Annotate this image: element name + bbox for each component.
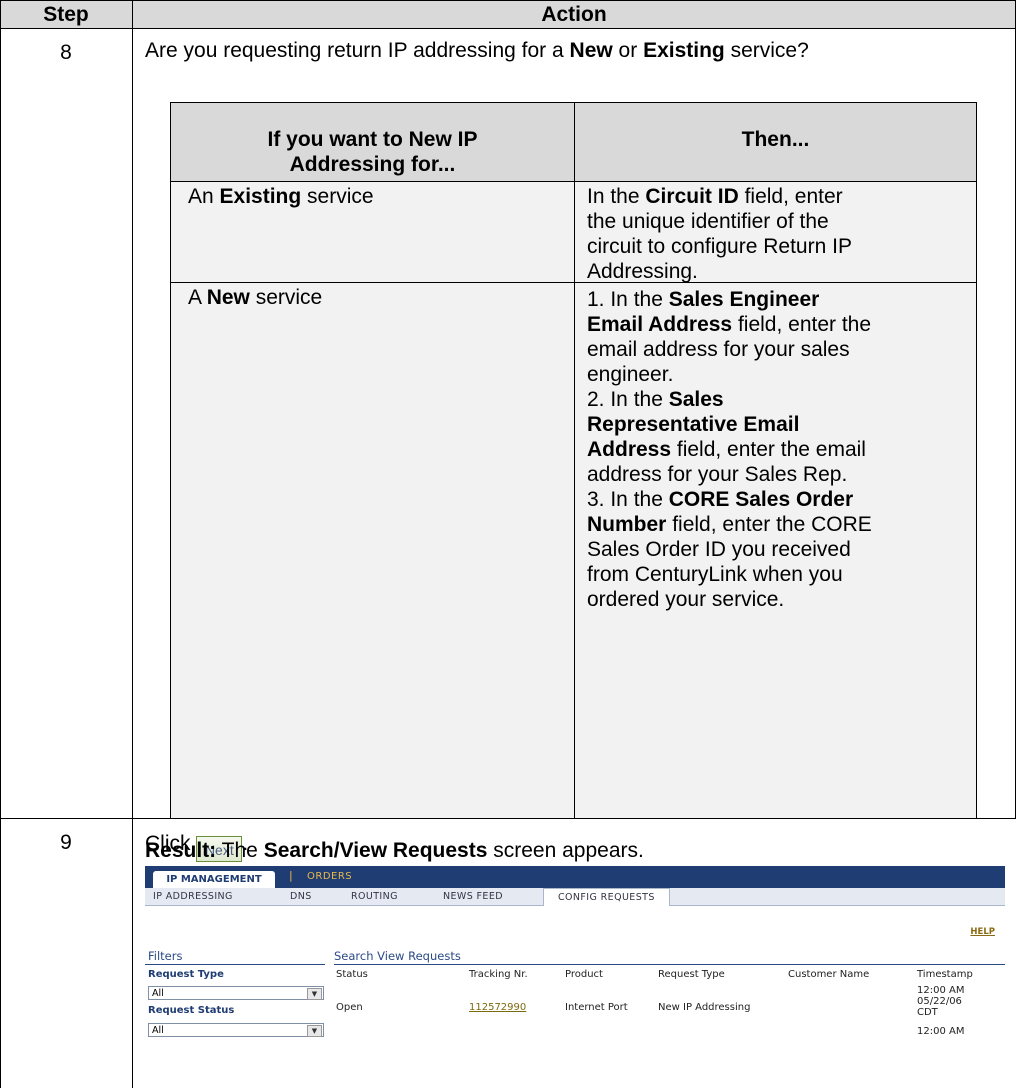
instruction-line: 3. In the CORE Sales Order xyxy=(587,488,854,511)
row-divider xyxy=(0,818,1016,819)
col-tracking: Tracking Nr. xyxy=(469,969,528,980)
col-status: Status xyxy=(336,969,368,980)
col-product: Product xyxy=(565,969,603,980)
inner-col2-header: Then... xyxy=(741,128,810,151)
step9-result: Result: The Search/View Requests screen … xyxy=(145,839,644,862)
chevron-down-icon: ▼ xyxy=(307,988,322,1000)
instruction-line: Email Address field, enter the xyxy=(587,313,872,336)
col-customer-name: Customer Name xyxy=(788,969,870,980)
instruction-line: Sales Order ID you received xyxy=(587,538,851,561)
subnav-ip-addressing[interactable]: IP ADDRESSING xyxy=(153,891,233,902)
tab-separator: | xyxy=(289,869,293,882)
instruction-line: Number field, enter the CORE xyxy=(587,513,872,536)
instruction-line: Representative Email xyxy=(587,413,800,436)
search-view-requests-screenshot: IP MANAGEMENT | ORDERS IP ADDRESSING DNS… xyxy=(145,866,1005,1080)
filters-title: Filters xyxy=(148,949,183,963)
search-view-divider xyxy=(334,964,1005,965)
help-link[interactable]: HELP xyxy=(970,927,995,937)
col-timestamp: Timestamp xyxy=(917,969,973,980)
header-divider xyxy=(0,28,1016,29)
subnav-news-feed[interactable]: NEWS FEED xyxy=(443,891,503,902)
cell-status: Open xyxy=(336,1002,363,1013)
request-status-select[interactable]: All ▼ xyxy=(148,1023,324,1037)
existing-service-instructions: In the Circuit ID field, enter the uniqu… xyxy=(587,185,852,283)
instruction-line: address for your Sales Rep. xyxy=(587,463,848,486)
header-action: Action xyxy=(541,3,607,26)
inner-column-divider xyxy=(574,102,575,818)
filters-divider xyxy=(145,964,325,965)
inner-border-left xyxy=(170,102,171,818)
new-service-label: A New service xyxy=(188,286,323,309)
request-status-label: Request Status xyxy=(148,1005,235,1016)
inner-col1-header: If you want to New IP Addressing for... xyxy=(267,128,478,176)
col-request-type: Request Type xyxy=(658,969,725,980)
request-type-select[interactable]: All ▼ xyxy=(148,986,324,1000)
instruction-line: from CenturyLink when you xyxy=(587,563,843,586)
instruction-line: email address for your sales xyxy=(587,338,850,361)
cell-product: Internet Port xyxy=(565,1002,628,1013)
instruction-line: Address field, enter the email xyxy=(587,438,866,461)
inner-border-right xyxy=(976,102,977,818)
tab-orders[interactable]: ORDERS xyxy=(307,871,352,882)
column-divider xyxy=(132,0,133,1088)
instruction-line: 1. In the Sales Engineer xyxy=(587,288,820,311)
header-step: Step xyxy=(43,3,89,26)
chevron-down-icon: ▼ xyxy=(307,1025,322,1037)
cell-request-type: New IP Addressing xyxy=(658,1002,751,1013)
subnav-dns[interactable]: DNS xyxy=(290,891,312,902)
table-border-top xyxy=(0,0,1016,1)
tab-ip-management[interactable]: IP MANAGEMENT xyxy=(153,871,275,888)
new-service-instructions: 1. In the Sales Engineer Email Address fi… xyxy=(587,287,975,612)
tracking-link[interactable]: 112572990 xyxy=(469,1002,526,1013)
search-view-title: Search View Requests xyxy=(334,949,461,963)
instruction-line: 2. In the Sales xyxy=(587,388,724,411)
step-number-8: 8 xyxy=(60,41,72,64)
subnav-config-requests[interactable]: CONFIG REQUESTS xyxy=(543,888,670,906)
instruction-line: ordered your service. xyxy=(587,588,785,611)
step8-question: Are you requesting return IP addressing … xyxy=(145,39,809,62)
step-number-9: 9 xyxy=(60,831,72,854)
subnav-routing[interactable]: ROUTING xyxy=(351,891,398,902)
table-border-left xyxy=(0,0,1,1088)
sub-nav: IP ADDRESSING DNS ROUTING NEWS FEED CONF… xyxy=(145,888,1005,906)
request-type-label: Request Type xyxy=(148,969,224,980)
existing-service-label: An Existing service xyxy=(188,185,374,208)
cell-timestamp-next: 12:00 AM xyxy=(917,1026,965,1037)
instruction-line: engineer. xyxy=(587,363,674,386)
cell-timestamp: 12:00 AM 05/22/06 CDT xyxy=(917,985,965,1018)
